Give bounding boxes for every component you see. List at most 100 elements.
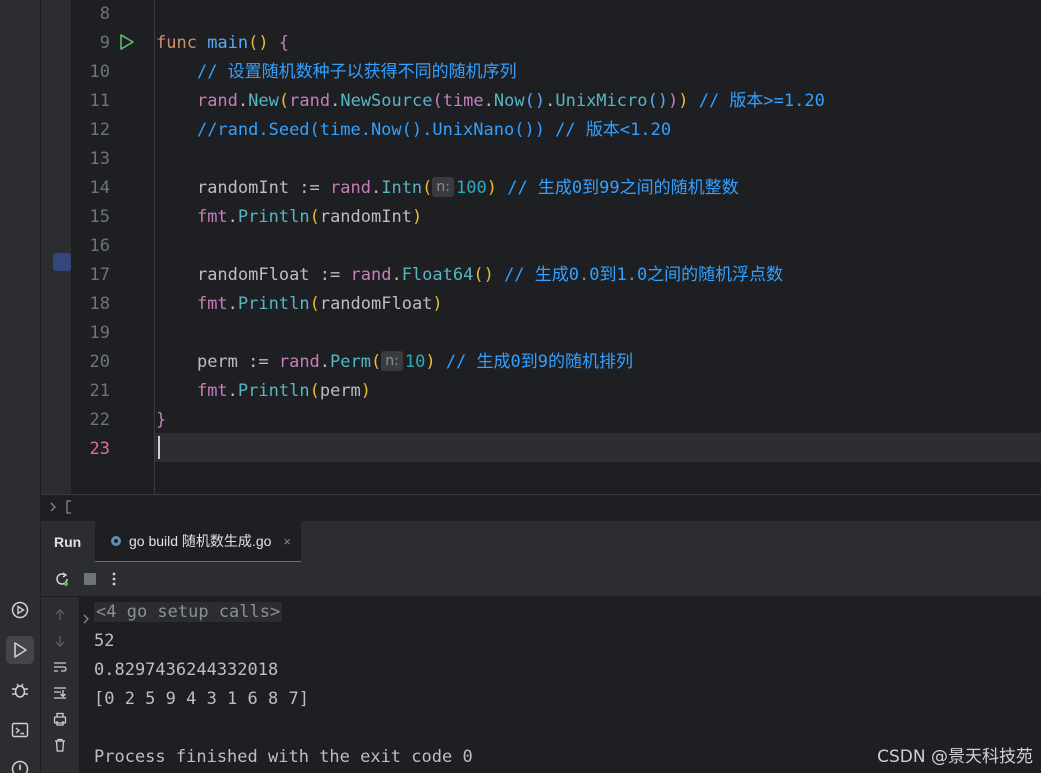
code-line[interactable]: func main() { [156,29,1041,58]
more-options-icon[interactable] [109,570,119,588]
chevron-right-icon[interactable] [47,501,59,513]
code-line[interactable]: } [156,406,1041,435]
line-number[interactable]: 11 [70,87,110,116]
line-number[interactable]: 12 [70,116,110,145]
code-token: 100 [456,178,487,198]
code-token: . [319,352,331,372]
code-token: ( [371,352,382,372]
code-token: Now [493,91,525,111]
print-icon[interactable] [52,711,68,727]
code-token: . [227,381,238,401]
code-token: rand [350,265,392,285]
line-number[interactable]: 19 [70,319,110,348]
code-token: . [330,91,341,111]
line-number-gutter[interactable]: 8 9 10 11 12 13 14 15 16 17 18 19 20 21 22 23 [71,0,155,494]
run-configuration-tab[interactable]: go build 随机数生成.go × [95,521,301,563]
code-line[interactable]: // 设置随机数种子以获得不同的随机序列 [156,58,1041,87]
debug-icon[interactable] [6,676,34,704]
stop-icon[interactable] [83,572,97,586]
code-line[interactable] [156,0,1041,29]
code-token: Intn [381,178,423,198]
console-line-text: <4 go setup calls> [94,602,283,622]
code-token: rand [196,91,238,111]
line-number[interactable]: 17 [70,261,110,290]
code-line[interactable] [156,319,1041,348]
console-line: 52 [94,631,115,651]
code-line[interactable] [156,435,1041,464]
line-number[interactable]: 23 [70,435,110,464]
folded-setup-calls[interactable]: <4 go setup calls> [83,598,283,627]
line-number[interactable]: 14 [70,174,110,203]
code-token: . [483,91,494,111]
code-token: ) [667,91,679,111]
parameter-hint: n: [432,177,455,197]
code-token: ) [432,294,443,314]
code-token: ) [425,352,436,372]
code-line[interactable]: randomFloat := rand.Float64() // 生成0.0到1… [156,261,1041,290]
line-number[interactable]: 10 [70,58,110,87]
line-number[interactable]: 16 [70,232,110,261]
code-token: perm [319,381,361,401]
console-line: Process finished with the exit code 0 [94,747,473,767]
code-token: // 生成0.0到1.0之间的随机浮点数 [493,265,784,285]
code-token: //rand.Seed(time.Now().UnixNano()) // 版本… [196,120,672,140]
line-number[interactable]: 15 [70,203,110,232]
close-tab-icon[interactable]: × [283,534,291,549]
code-line[interactable]: randomInt := rand.Intn(n: 100) // 生成0到99之… [156,174,1041,203]
terminal-icon[interactable] [6,716,34,744]
code-token: // 生成0到9的随机排列 [435,352,633,372]
line-number[interactable]: 8 [70,0,110,29]
code-token: Float64 [401,265,474,285]
trash-icon[interactable] [52,737,68,753]
scroll-up-icon[interactable] [52,607,68,623]
code-token: ( [432,91,443,111]
problems-icon[interactable] [6,755,34,773]
code-token: ( [278,91,290,111]
line-number[interactable]: 21 [70,377,110,406]
code-token: . [227,207,238,227]
code-line[interactable]: fmt.Println(perm) [156,377,1041,406]
line-number[interactable]: 22 [70,406,110,435]
code-token: () [524,91,546,111]
line-number[interactable]: 20 [70,348,110,377]
code-line[interactable] [156,145,1041,174]
code-token: ( [422,178,433,198]
console-line: 0.8297436244332018 [94,660,279,680]
services-icon[interactable] [6,596,34,624]
scroll-to-end-icon[interactable] [52,685,68,701]
fold-chevron-icon[interactable] [82,606,90,635]
scroll-down-icon[interactable] [52,633,68,649]
code-line[interactable]: fmt.Println(randomFloat) [156,290,1041,319]
code-token: time [442,91,484,111]
code-token: randomInt [319,207,412,227]
structure-strip [41,0,71,494]
text-caret [158,436,160,459]
code-line[interactable] [156,232,1041,261]
code-editor[interactable]: 8 9 10 11 12 13 14 15 16 17 18 19 20 21 22 23 func main… [41,0,1041,494]
run-main-icon[interactable] [118,33,136,55]
code-area[interactable]: func main() { // 设置随机数种子以获得不同的随机序列 rand.… [156,0,1041,494]
code-token: fmt [196,207,228,227]
code-line[interactable]: fmt.Println(randomInt) [156,203,1041,232]
code-token: 10 [404,352,426,372]
code-line[interactable]: perm := rand.Perm(n: 10) // 生成0到9的随机排列 [156,348,1041,377]
code-token: main [207,33,249,53]
rerun-icon[interactable] [53,570,71,588]
code-line[interactable]: rand.New(rand.NewSource(time.Now().UnixM… [156,87,1041,116]
line-number[interactable]: 9 [70,29,110,58]
code-token: ) [360,381,372,401]
code-line[interactable]: //rand.Seed(time.Now().UnixNano()) // 版本… [156,116,1041,145]
soft-wrap-icon[interactable] [52,659,68,675]
line-number[interactable]: 18 [70,290,110,319]
run-tool-icon[interactable] [6,636,34,664]
code-token: Println [237,381,310,401]
code-token: ) [411,207,423,227]
code-token: NewSource [340,91,433,111]
line-number[interactable]: 13 [70,145,110,174]
